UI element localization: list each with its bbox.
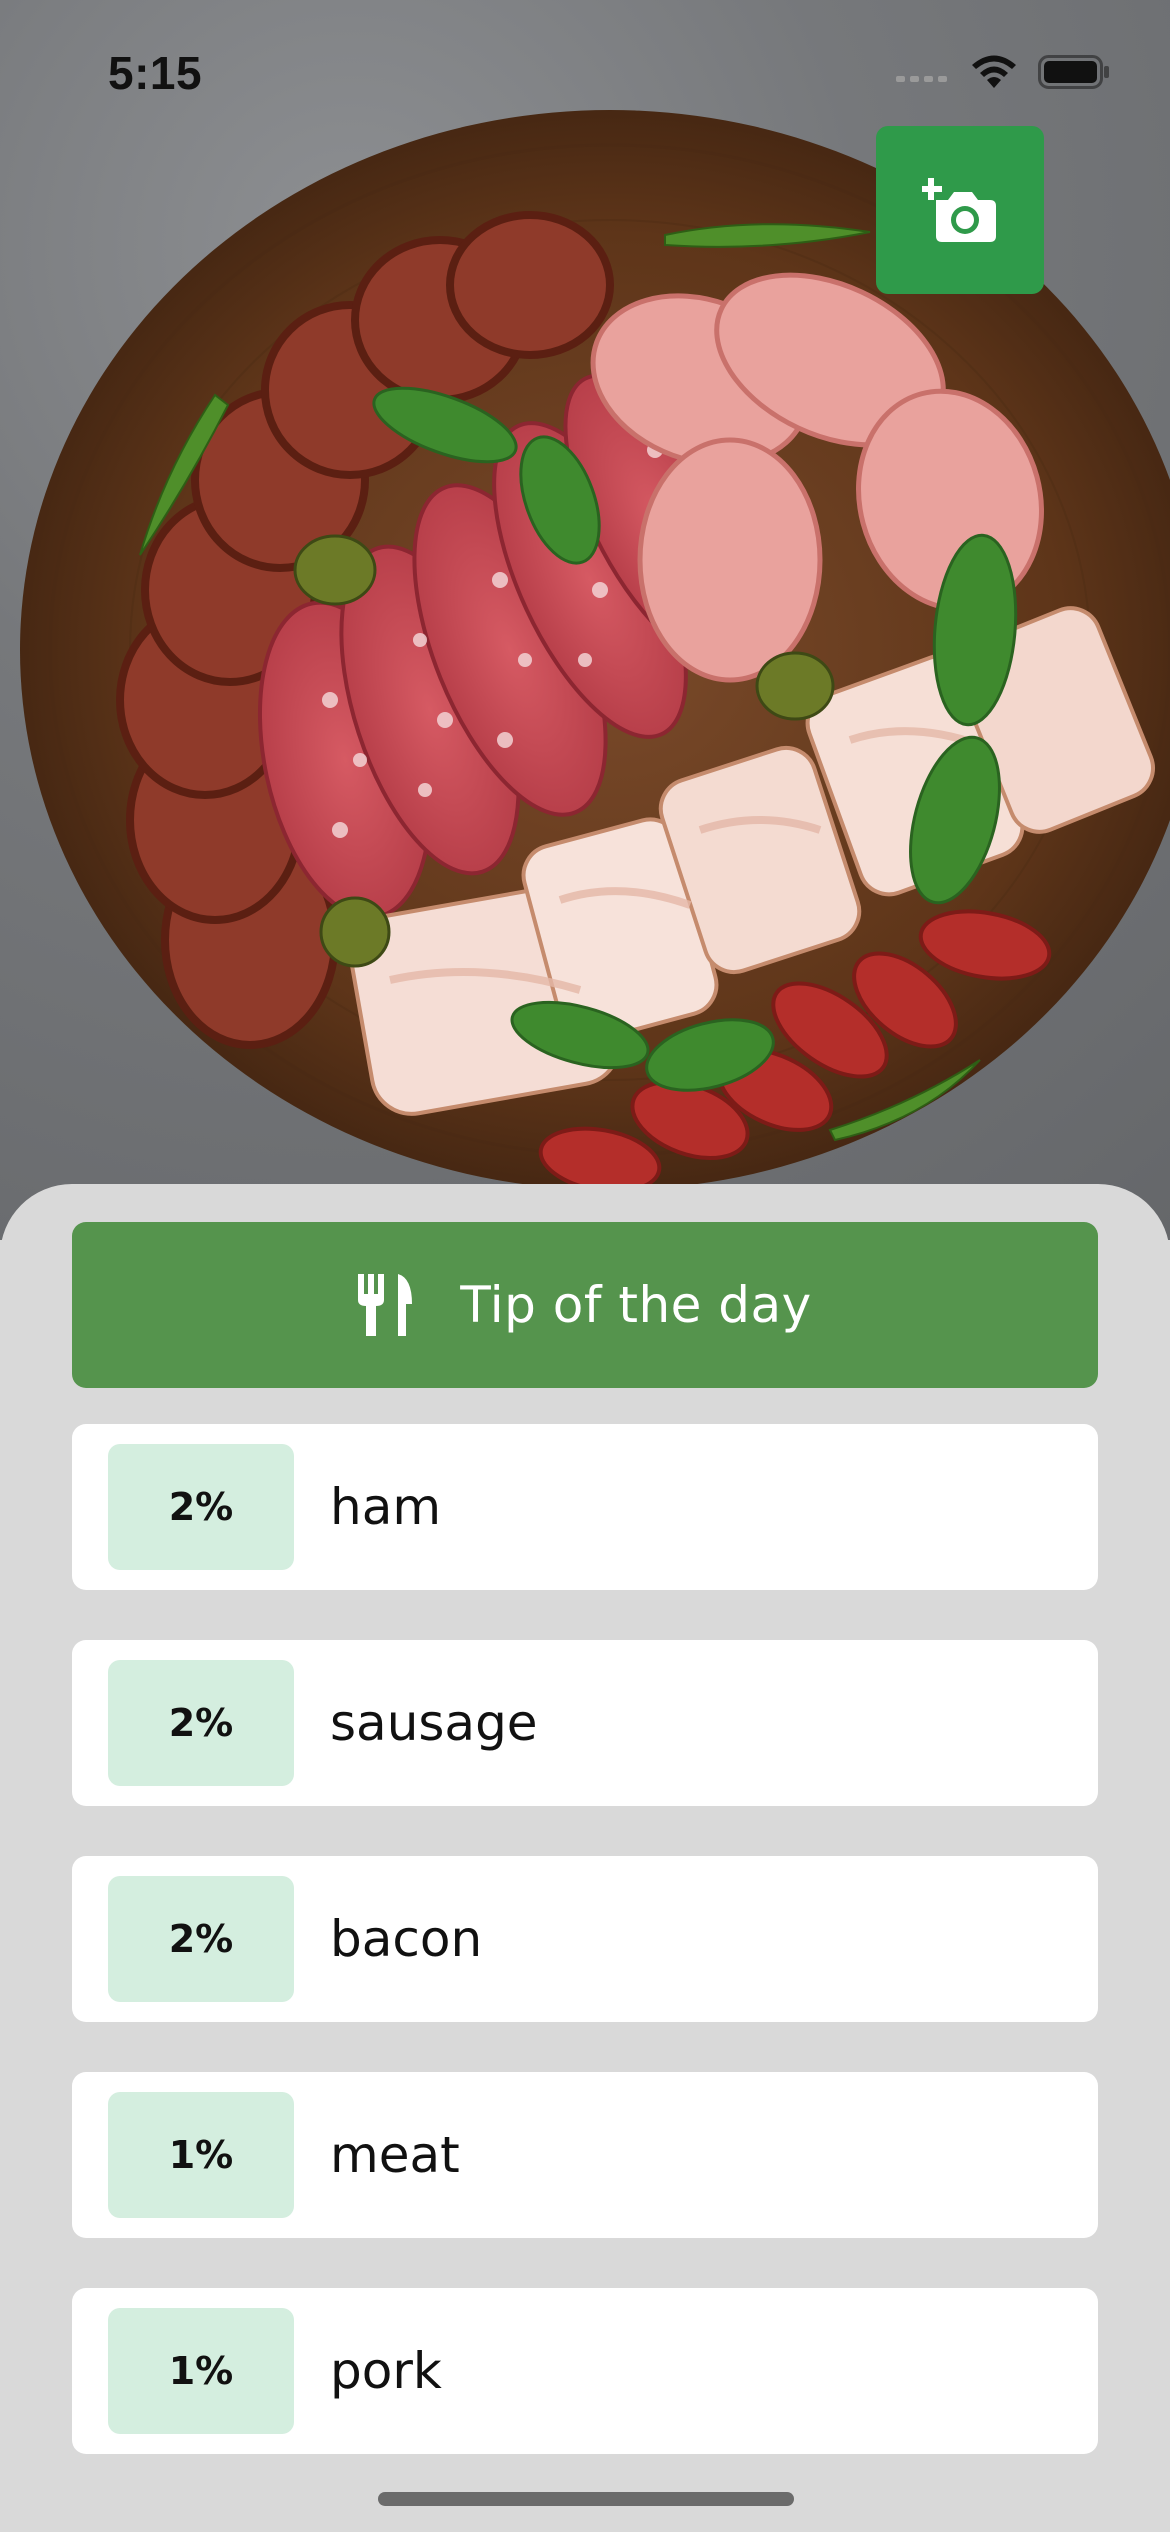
result-item-bacon[interactable]: 2% bacon	[72, 1856, 1098, 2022]
add-photo-camera-icon	[922, 178, 996, 242]
wifi-icon	[972, 55, 1016, 88]
result-item-pork[interactable]: 1% pork	[72, 2288, 1098, 2454]
confidence-badge: 2%	[108, 1444, 294, 1570]
result-item-ham[interactable]: 2% ham	[72, 1424, 1098, 1590]
result-label: ham	[330, 1478, 442, 1536]
status-icons	[896, 52, 1110, 92]
result-label: pork	[330, 2342, 442, 2400]
result-item-meat[interactable]: 1% meat	[72, 2072, 1098, 2238]
confidence-badge: 1%	[108, 2308, 294, 2434]
battery-icon	[1038, 55, 1109, 89]
cellular-signal-icon	[896, 76, 947, 82]
home-indicator	[378, 2492, 794, 2506]
tip-of-the-day-label: Tip of the day	[460, 1276, 812, 1334]
status-time: 5:15	[108, 47, 203, 99]
confidence-badge: 2%	[108, 1660, 294, 1786]
results-list: 2% ham 2% sausage 2% bacon 1% meat 1% po…	[72, 1424, 1098, 2504]
result-label: sausage	[330, 1694, 538, 1752]
tip-of-the-day-button[interactable]: Tip of the day	[72, 1222, 1098, 1388]
result-label: meat	[330, 2126, 460, 2184]
result-label: bacon	[330, 1910, 483, 1968]
add-photo-button[interactable]	[876, 126, 1044, 294]
confidence-badge: 2%	[108, 1876, 294, 2002]
results-sheet: Tip of the day 2% ham 2% sausage 2% baco…	[0, 1184, 1170, 2532]
result-item-sausage[interactable]: 2% sausage	[72, 1640, 1098, 1806]
confidence-badge: 1%	[108, 2092, 294, 2218]
fork-knife-icon	[358, 1274, 413, 1336]
